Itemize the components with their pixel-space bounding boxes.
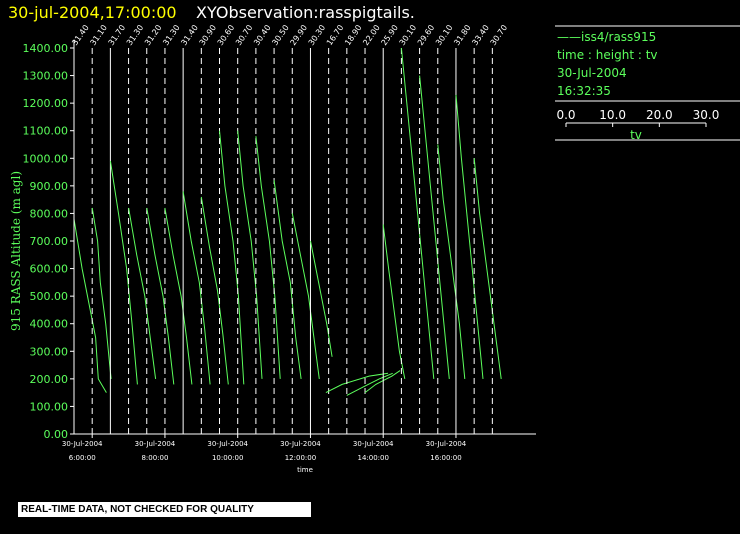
profile-label: 31.80 [452,23,473,47]
profile-trace [200,196,229,385]
x-tick-date: 30-Jul-2004 [62,440,103,448]
profile-trace [346,372,393,396]
profile-label: 30.90 [198,23,219,47]
profile-layer: 31.4031.1031.7031.3031.2031.3031.4030.90… [70,23,509,434]
profile-label: 29.90 [289,23,310,47]
profile-label: 31.30 [125,23,146,47]
profile-trace [164,207,193,385]
profile-trace [91,207,112,379]
y-tick-label: 1000.00 [23,152,69,165]
y-tick-label: 1100.00 [23,125,69,138]
profile-label: 30.60 [216,23,237,47]
x-tick-time: 6:00:00 [69,454,96,462]
x-tick-date: 30-Jul-2004 [135,440,176,448]
legend-axes-desc: time : height : tv [557,48,658,62]
y-tick-label: 600.00 [30,263,69,276]
profile-label: 31.40 [70,23,91,47]
legend-series-name: iss4/rass915 [581,30,657,44]
y-tick-label: 1300.00 [23,70,69,83]
profile-label: 31.70 [107,23,128,47]
profile-trace [400,47,435,379]
legend-series: ——iss4/rass915 [557,30,656,44]
rass-profile-chart: 31.4031.1031.7031.3031.2031.3031.4030.90… [9,23,740,474]
profile-label: 30.30 [307,23,328,47]
legend-scale-tick-label: 30.0 [693,108,720,122]
y-tick-label: 800.00 [30,207,69,220]
legend-scale-tick-label: 0.0 [556,108,575,122]
legend-scale-tick-label: 20.0 [646,108,673,122]
legend-date: 30-Jul-2004 [557,66,627,80]
x-tick-date: 30-Jul-2004 [353,440,394,448]
y-tick-label: 1200.00 [23,97,69,110]
y-tick-label: 100.00 [30,400,69,413]
legend-series-swatch: —— [557,30,581,44]
y-axis-title: 915 RASS Altitude (m agl) [9,171,23,331]
x-tick-time: 16:00:00 [430,454,461,462]
profile-label: 30.10 [398,23,419,47]
y-tick-label: 1400.00 [23,42,69,55]
profile-trace [182,191,211,385]
profile-trace [455,94,484,379]
profile-label: 18.90 [343,23,364,47]
legend-time: 16:32:35 [557,84,611,98]
y-tick-label: 200.00 [30,373,69,386]
x-tick-time: 12:00:00 [285,454,316,462]
profile-trace [109,160,138,385]
x-axis-title: time [297,466,313,474]
y-tick-label: 300.00 [30,345,69,358]
profile-label: 30.10 [434,23,455,47]
profile-label: 30.70 [234,23,255,47]
profile-trace [291,213,320,379]
profile-label: 29.60 [416,23,437,47]
profile-label: 31.40 [179,23,200,47]
quality-warning: REAL-TIME DATA, NOT CHECKED FOR QUALITY [18,502,311,517]
x-tick-date: 30-Jul-2004 [280,440,321,448]
profile-label: 30.40 [252,23,273,47]
profile-trace [437,144,466,379]
y-tick-label: 700.00 [30,235,69,248]
profile-trace [73,218,107,393]
profile-label: 30.70 [489,23,510,47]
legend-scale-tick-label: 10.0 [599,108,626,122]
x-tick-date: 30-Jul-2004 [426,440,467,448]
profile-label: 33.40 [470,23,491,47]
profile-trace [219,130,245,385]
profile-label: 22.00 [361,23,382,47]
x-tick-time: 14:00:00 [357,454,388,462]
profile-label: 30.50 [270,23,291,47]
x-tick-time: 8:00:00 [141,454,168,462]
y-tick-label: 500.00 [30,290,69,303]
y-tick-label: 400.00 [30,318,69,331]
y-tick-label: 900.00 [30,180,69,193]
legend-scale-label: tv [630,128,642,142]
profile-trace [473,158,502,379]
profile-label: 31.30 [161,23,182,47]
profile-label: 25.90 [379,23,400,47]
x-tick-time: 10:00:00 [212,454,243,462]
profile-label: 31.10 [88,23,109,47]
profile-label: 31.20 [143,23,164,47]
profile-label: 16.70 [325,23,346,47]
x-tick-date: 30-Jul-2004 [207,440,248,448]
profile-trace [419,75,450,379]
